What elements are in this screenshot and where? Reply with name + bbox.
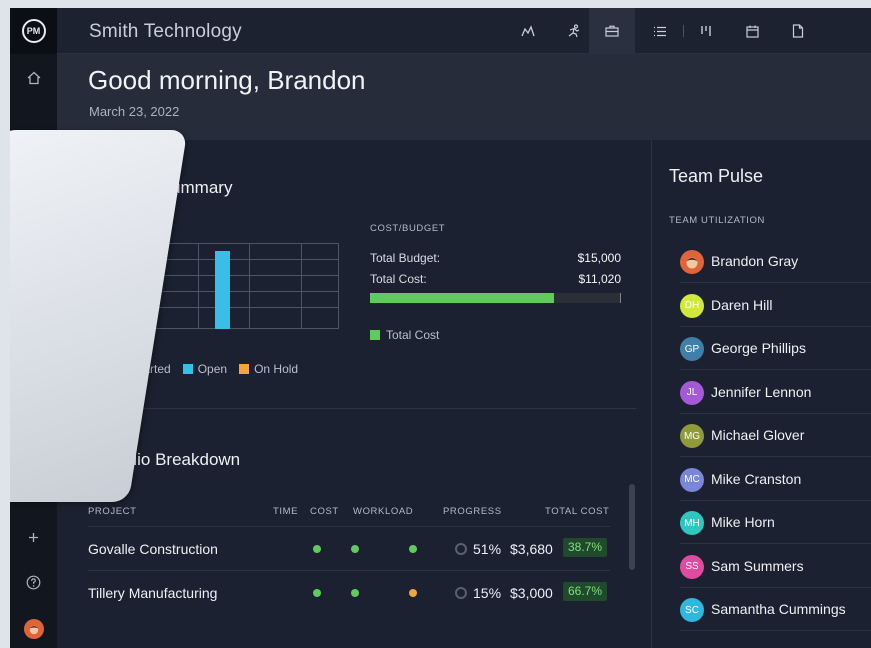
avatar: MC [680, 467, 704, 492]
people-icon[interactable] [505, 8, 551, 54]
greeting-banner: Good morning, Brandon March 23, 2022 [57, 54, 871, 140]
team-member-row[interactable]: DH Daren Hill [680, 284, 871, 327]
team-member-row[interactable]: MG Michael Glover [680, 414, 871, 457]
member-name[interactable]: Sam Summers [711, 558, 804, 574]
home-icon[interactable] [10, 54, 57, 102]
variance-badge: 38.7% [563, 538, 608, 557]
avatar: DH [680, 293, 704, 318]
total-cost: $3,680 [510, 541, 553, 557]
team-utilization-label: TEAM UTILIZATION [669, 215, 765, 226]
member-name[interactable]: Mike Horn [711, 514, 775, 530]
grid-line [301, 243, 302, 329]
add-icon[interactable] [10, 526, 57, 548]
document-icon[interactable] [775, 8, 821, 54]
total-budget-label: Total Budget: [370, 251, 441, 265]
avatar: SC [680, 598, 704, 622]
help-icon[interactable] [10, 571, 57, 593]
project-name[interactable]: Tillery Manufacturing [88, 585, 217, 601]
calendar-icon[interactable] [729, 8, 775, 54]
member-name[interactable]: George Phillips [711, 340, 806, 356]
cost-status-dot [351, 589, 359, 597]
greeting-date: March 23, 2022 [89, 104, 180, 119]
team-member-row[interactable]: MH Mike Horn [680, 501, 871, 544]
column-header-time[interactable]: TIME [273, 506, 298, 517]
column-header-project[interactable]: PROJECT [88, 506, 137, 517]
avatar [23, 619, 44, 639]
progress-ring-icon [455, 587, 467, 599]
variance-badge: 66.7% [563, 582, 608, 601]
legend-label: Open [197, 362, 228, 376]
total-budget-value: $15,000 [577, 251, 621, 265]
total-cost-value: $11,020 [578, 272, 622, 286]
table-row[interactable]: Tillery Manufacturing 15% $3,000 66.7% [88, 570, 610, 614]
member-name[interactable]: Brandon Gray [711, 253, 798, 269]
grid-line [338, 243, 339, 329]
avatar: GP [680, 337, 704, 361]
legend-swatch [370, 330, 380, 340]
total-cost-label: Total Cost: [370, 272, 427, 286]
logo[interactable]: PM [10, 8, 57, 54]
member-name[interactable]: Mike Cranston [711, 471, 801, 487]
avatar: SS [680, 554, 704, 579]
workload-status-dot [409, 545, 417, 553]
workspace-title: Smith Technology [89, 21, 242, 42]
total-cost-row: Total Cost: $11,020 [370, 272, 621, 286]
cost-budget-label: COST/BUDGET [370, 223, 446, 234]
team-member-row[interactable]: SC Samantha Cummings [680, 588, 871, 631]
time-status-dot [313, 589, 321, 597]
budget-progress-bar [370, 293, 621, 303]
table-row[interactable]: Govalle Construction 51% $3,680 38.7% [88, 526, 610, 570]
greeting-title: Good morning, Brandon [88, 65, 366, 95]
avatar [680, 250, 704, 274]
legend-label: On Hold [254, 362, 299, 376]
column-header-workload[interactable]: WORKLOAD [353, 506, 413, 517]
avatar: MH [680, 511, 704, 535]
member-name[interactable]: Daren Hill [711, 297, 772, 313]
legend-open: Open [182, 362, 228, 376]
project-name[interactable]: Govalle Construction [88, 541, 218, 557]
budget-progress-fill [370, 293, 554, 303]
cost-status-dot [351, 545, 359, 553]
top-bar: Smith Technology [57, 8, 871, 54]
member-name[interactable]: Samantha Cummings [711, 601, 846, 617]
column-header-progress[interactable]: PROGRESS [443, 506, 502, 517]
column-header-total-cost[interactable]: TOTAL COST [545, 506, 609, 517]
briefcase-icon[interactable] [589, 8, 635, 54]
time-status-dot [313, 545, 321, 553]
avatar: MG [680, 424, 704, 448]
workload-status-dot [409, 589, 417, 597]
progress-percent: 51% [473, 541, 502, 557]
member-name[interactable]: Michael Glover [711, 427, 804, 443]
table-scrollbar[interactable] [629, 484, 635, 570]
progress-percent: 15% [473, 585, 502, 601]
section-divider [88, 408, 636, 409]
avatar: JL [680, 380, 704, 405]
total-cost: $3,000 [510, 585, 553, 601]
legend-swatch [239, 364, 250, 374]
open-bar [215, 251, 230, 329]
legend-swatch [182, 364, 193, 374]
team-member-row[interactable]: SS Sam Summers [680, 545, 871, 588]
legend-label: Total Cost [386, 328, 440, 342]
list-icon[interactable] [637, 8, 683, 54]
team-member-row[interactable]: Brandon Gray [680, 240, 871, 283]
progress-ring-icon [455, 543, 467, 555]
board-icon[interactable] [683, 8, 729, 54]
member-name[interactable]: Jennifer Lennon [711, 384, 811, 400]
app-window: PM Smith Technology Good morning, Brando… [10, 8, 871, 648]
total-budget-row: Total Budget: $15,000 [370, 251, 621, 265]
column-header-cost[interactable]: COST [310, 506, 339, 517]
grid-line [249, 243, 250, 329]
team-pulse-title: Team Pulse [669, 166, 764, 186]
pm-logo-mark: PM [21, 19, 46, 43]
team-member-row[interactable]: JL Jennifer Lennon [680, 371, 871, 414]
team-member-row[interactable]: MC Mike Cranston [680, 458, 871, 501]
user-avatar[interactable] [10, 618, 57, 640]
legend-on-hold: On Hold [239, 362, 298, 376]
team-pulse-panel: Team Pulse TEAM UTILIZATION Brandon Gray… [651, 140, 871, 648]
grid-line [198, 243, 199, 329]
team-member-row[interactable]: GP George Phillips [680, 327, 871, 370]
total-cost-legend: Total Cost [370, 328, 439, 342]
